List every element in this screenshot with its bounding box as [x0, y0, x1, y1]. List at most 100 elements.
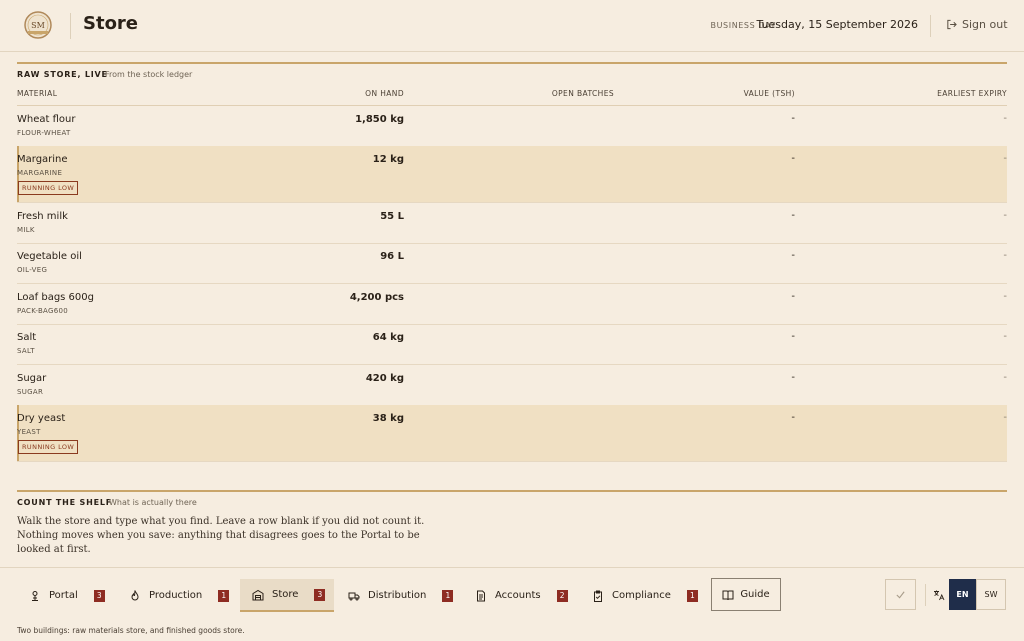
earliest-expiry: -: [1003, 210, 1007, 221]
nav-item-store[interactable]: Store 3: [240, 579, 334, 612]
sign-out-button[interactable]: Sign out: [946, 18, 1008, 31]
material-code: SALT: [17, 347, 35, 355]
on-hand-value: 4,200 pcs: [349, 292, 404, 303]
value-tsh: -: [791, 153, 795, 164]
guide-button[interactable]: Guide: [711, 578, 781, 611]
value-tsh: -: [791, 372, 795, 383]
flame-icon: [131, 589, 139, 600]
value-tsh: -: [791, 412, 795, 423]
nav-item-accounts[interactable]: Accounts 2: [463, 579, 579, 612]
column-header-value: VALUE (TSH): [743, 89, 795, 98]
material-name: Fresh milk: [17, 211, 68, 222]
column-header-earliest-expiry: EARLIEST EXPIRY: [937, 89, 1007, 98]
translate-icon: [934, 590, 945, 601]
material-code: MILK: [17, 226, 35, 234]
business-day-value: Tuesday, 15 September 2026: [756, 18, 918, 31]
table-row: Salt SALT 64 kg - -: [17, 324, 1007, 365]
material-name: Wheat flour: [17, 114, 76, 125]
nav-label: Store: [272, 589, 299, 600]
earliest-expiry: -: [1003, 291, 1007, 302]
column-header-open-batches: OPEN BATCHES: [551, 89, 614, 98]
nav-label: Accounts: [495, 590, 541, 601]
material-code: OIL-VEG: [17, 266, 48, 274]
running-low-badge: RUNNING LOW: [18, 440, 79, 454]
material-name: Margarine: [17, 154, 68, 165]
earliest-expiry: -: [1003, 250, 1007, 261]
company-logo: SM: [24, 11, 52, 39]
earliest-expiry: -: [1003, 372, 1007, 383]
page-title: Store: [83, 13, 139, 34]
clipboard-check-icon: [594, 590, 602, 602]
count-instructions: Walk the store and type what you find. L…: [17, 516, 425, 555]
section-rule: [17, 62, 1007, 64]
value-tsh: -: [791, 210, 795, 221]
nav-label: Distribution: [368, 590, 427, 601]
section-subtitle-count-shelf: What is actually there: [109, 498, 197, 507]
earliest-expiry: -: [1003, 412, 1007, 423]
value-tsh: -: [791, 291, 795, 302]
nav-item-distribution[interactable]: Distribution 1: [336, 579, 462, 612]
header-divider-right: [930, 15, 931, 37]
nav-label: Compliance: [612, 590, 671, 601]
material-code: MARGARINE: [17, 169, 63, 177]
value-tsh: -: [791, 250, 795, 261]
check-icon: [896, 591, 905, 599]
confirm-button[interactable]: [885, 579, 916, 610]
table-row-low: Margarine MARGARINE RUNNING LOW 12 kg - …: [17, 146, 1007, 203]
footnote: Two buildings: raw materials store, and …: [17, 626, 245, 635]
nav-count-badge: 1: [218, 589, 230, 602]
value-tsh: -: [791, 113, 795, 124]
document-icon: [477, 590, 485, 601]
earliest-expiry: -: [1003, 331, 1007, 342]
svg-text:SM: SM: [31, 21, 45, 30]
table-row: Sugar SUGAR 420 kg - -: [17, 365, 1007, 406]
on-hand-value: 38 kg: [372, 413, 404, 424]
section-title-raw-store: RAW STORE, LIVE: [17, 70, 108, 79]
material-code: SUGAR: [17, 388, 44, 396]
table-row: Vegetable oil OIL-VEG 96 L - -: [17, 243, 1007, 284]
top-bar: SM Store BUSINESS DAY Tuesday, 15 Septem…: [0, 0, 1024, 52]
value-tsh: -: [791, 331, 795, 342]
running-low-badge: RUNNING LOW: [18, 181, 79, 195]
material-name: Sugar: [17, 373, 47, 384]
on-hand-value: 96 L: [380, 251, 404, 262]
nav-label: Production: [149, 590, 203, 601]
table-row: Loaf bags 600g PACK-BAG600 4,200 pcs - -: [17, 284, 1007, 325]
nav-count-badge: 1: [442, 589, 454, 602]
on-hand-value: 12 kg: [372, 154, 404, 165]
language-en-button[interactable]: EN: [949, 579, 976, 610]
column-header-material: MATERIAL: [17, 89, 58, 98]
warehouse-icon: [252, 589, 264, 600]
on-hand-value: 64 kg: [372, 332, 404, 343]
language-sw-button[interactable]: SW: [976, 579, 1006, 610]
truck-icon: [348, 592, 360, 600]
book-icon: [722, 590, 734, 600]
on-hand-value: 1,850 kg: [355, 114, 404, 125]
material-name: Dry yeast: [17, 413, 66, 424]
nav-label: Portal: [49, 590, 78, 601]
material-code: PACK-BAG600: [17, 307, 69, 315]
column-header-on-hand: ON HAND: [365, 89, 404, 98]
section-title-count-shelf: COUNT THE SHELF: [17, 498, 112, 507]
material-code: FLOUR-WHEAT: [17, 129, 71, 137]
header-divider: [70, 13, 71, 39]
nav-item-production[interactable]: Production 1: [117, 579, 239, 612]
nav-count-badge: 1: [686, 589, 698, 602]
nav-count-badge: 2: [556, 589, 568, 602]
nav-count-badge: 3: [93, 589, 105, 602]
material-name: Salt: [17, 332, 37, 343]
material-name: Vegetable oil: [17, 251, 82, 262]
material-code: YEAST: [17, 428, 41, 436]
sign-out-icon: [947, 19, 957, 30]
on-hand-value: 420 kg: [365, 373, 404, 384]
nav-item-compliance[interactable]: Compliance 1: [580, 579, 708, 612]
nav-divider: [925, 584, 926, 606]
earliest-expiry: -: [1003, 153, 1007, 164]
nav-count-badge: 3: [314, 588, 326, 601]
bottom-nav: Portal 3 Production 1 Store 3 Distributi…: [0, 567, 1024, 641]
nav-item-portal[interactable]: Portal 3: [17, 579, 119, 612]
table-header: MATERIAL ON HAND OPEN BATCHES VALUE (TSH…: [17, 88, 1007, 106]
section-rule: [17, 490, 1007, 492]
guide-label: Guide: [740, 589, 770, 600]
portal-icon: [32, 590, 38, 601]
